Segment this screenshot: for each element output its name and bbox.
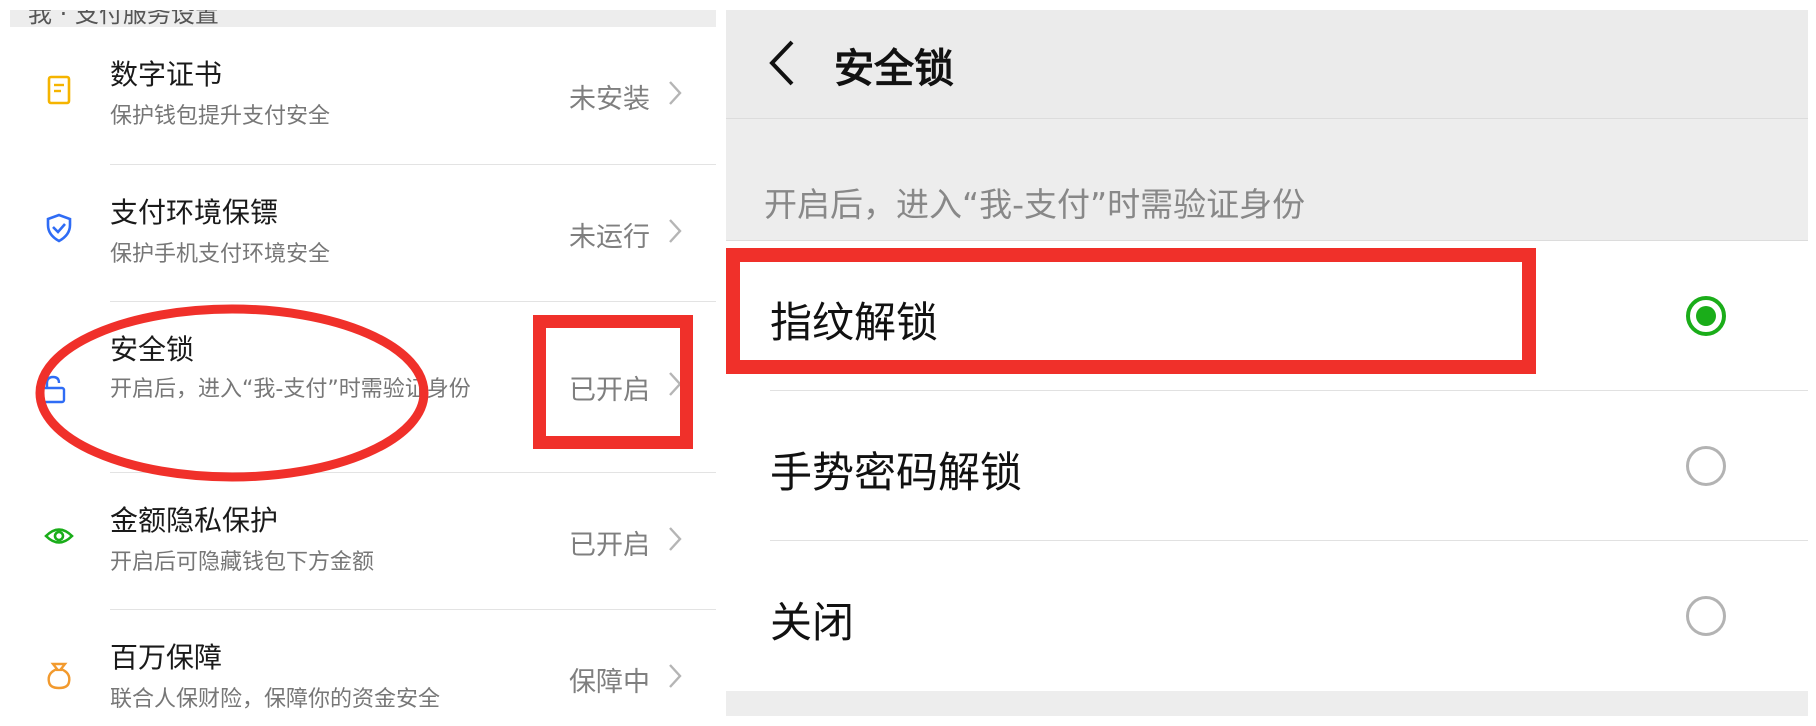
eye-icon [44,528,74,544]
option-fingerprint-unlock[interactable]: 指纹解锁 [726,241,1808,391]
item-title: 安全锁 [110,333,195,366]
option-label: 指纹解锁 [770,298,939,347]
chevron-right-icon [669,81,682,105]
lock-icon [40,375,66,404]
item-subtitle: 开启后可隐藏钱包下方金额 [110,550,375,575]
chevron-right-icon [669,372,682,396]
item-status: 保障中 [569,667,650,698]
item-title: 数字证书 [110,58,223,91]
settings-item-payment-guard[interactable]: 支付环境保镖 保护手机支付环境安全 未运行 [10,165,716,302]
option-close[interactable]: 关闭 [726,541,1808,691]
security-lock-panel: 安全锁 开启后，进入“我-支付”时需验证身份 指纹解锁 手势密码解锁 关闭 [726,10,1808,716]
item-title: 金额隐私保护 [110,504,279,537]
option-label: 手势密码解锁 [770,448,1023,497]
certificate-icon [47,75,71,105]
settings-item-certificate[interactable]: 数字证书 保护钱包提升支付安全 未安装 [10,27,716,165]
unlock-options-list: 指纹解锁 手势密码解锁 关闭 [726,240,1808,691]
item-status: 已开启 [569,375,650,406]
wallet-settings-panel: 我 · 支付服务设置 数字证书 保护钱包提升支付安全 未安装 支付环境保镖 保护… [10,10,716,716]
item-subtitle: 保护手机支付环境安全 [110,242,331,267]
shield-check-icon [46,213,72,243]
radio-selected[interactable] [1686,296,1726,336]
radio-unselected[interactable] [1686,446,1726,486]
chevron-right-icon [669,527,682,551]
item-subtitle: 保护钱包提升支付安全 [110,104,331,129]
option-gesture-unlock[interactable]: 手势密码解锁 [726,391,1808,541]
settings-item-amount-privacy[interactable]: 金额隐私保护 开启后可隐藏钱包下方金额 已开启 [10,473,716,610]
item-subtitle: 联合人保财险，保障你的资金安全 [110,687,441,712]
item-status: 已开启 [569,530,650,561]
option-label: 关闭 [770,598,855,647]
back-arrow-icon[interactable] [764,36,798,90]
item-subtitle: 开启后，进入“我-支付”时需验证身份 [110,377,471,402]
settings-item-security-lock[interactable]: 安全锁 开启后，进入“我-支付”时需验证身份 已开启 [10,302,716,473]
item-status: 未安装 [569,84,650,115]
chevron-right-icon [669,664,682,688]
nav-bar: 安全锁 [726,10,1808,119]
item-title: 百万保障 [110,641,223,674]
radio-unselected[interactable] [1686,596,1726,636]
settings-item-million-protection[interactable]: 百万保障 联合人保财险，保障你的资金安全 保障中 [10,610,716,716]
item-status: 未运行 [569,222,650,253]
money-bag-icon [47,662,71,690]
page-title: 安全锁 [834,46,954,92]
settings-list: 数字证书 保护钱包提升支付安全 未安装 支付环境保镖 保护手机支付环境安全 未运… [10,27,716,716]
item-title: 支付环境保镖 [110,196,279,229]
lock-description: 开启后，进入“我-支付”时需验证身份 [764,185,1306,224]
chevron-right-icon [669,219,682,243]
